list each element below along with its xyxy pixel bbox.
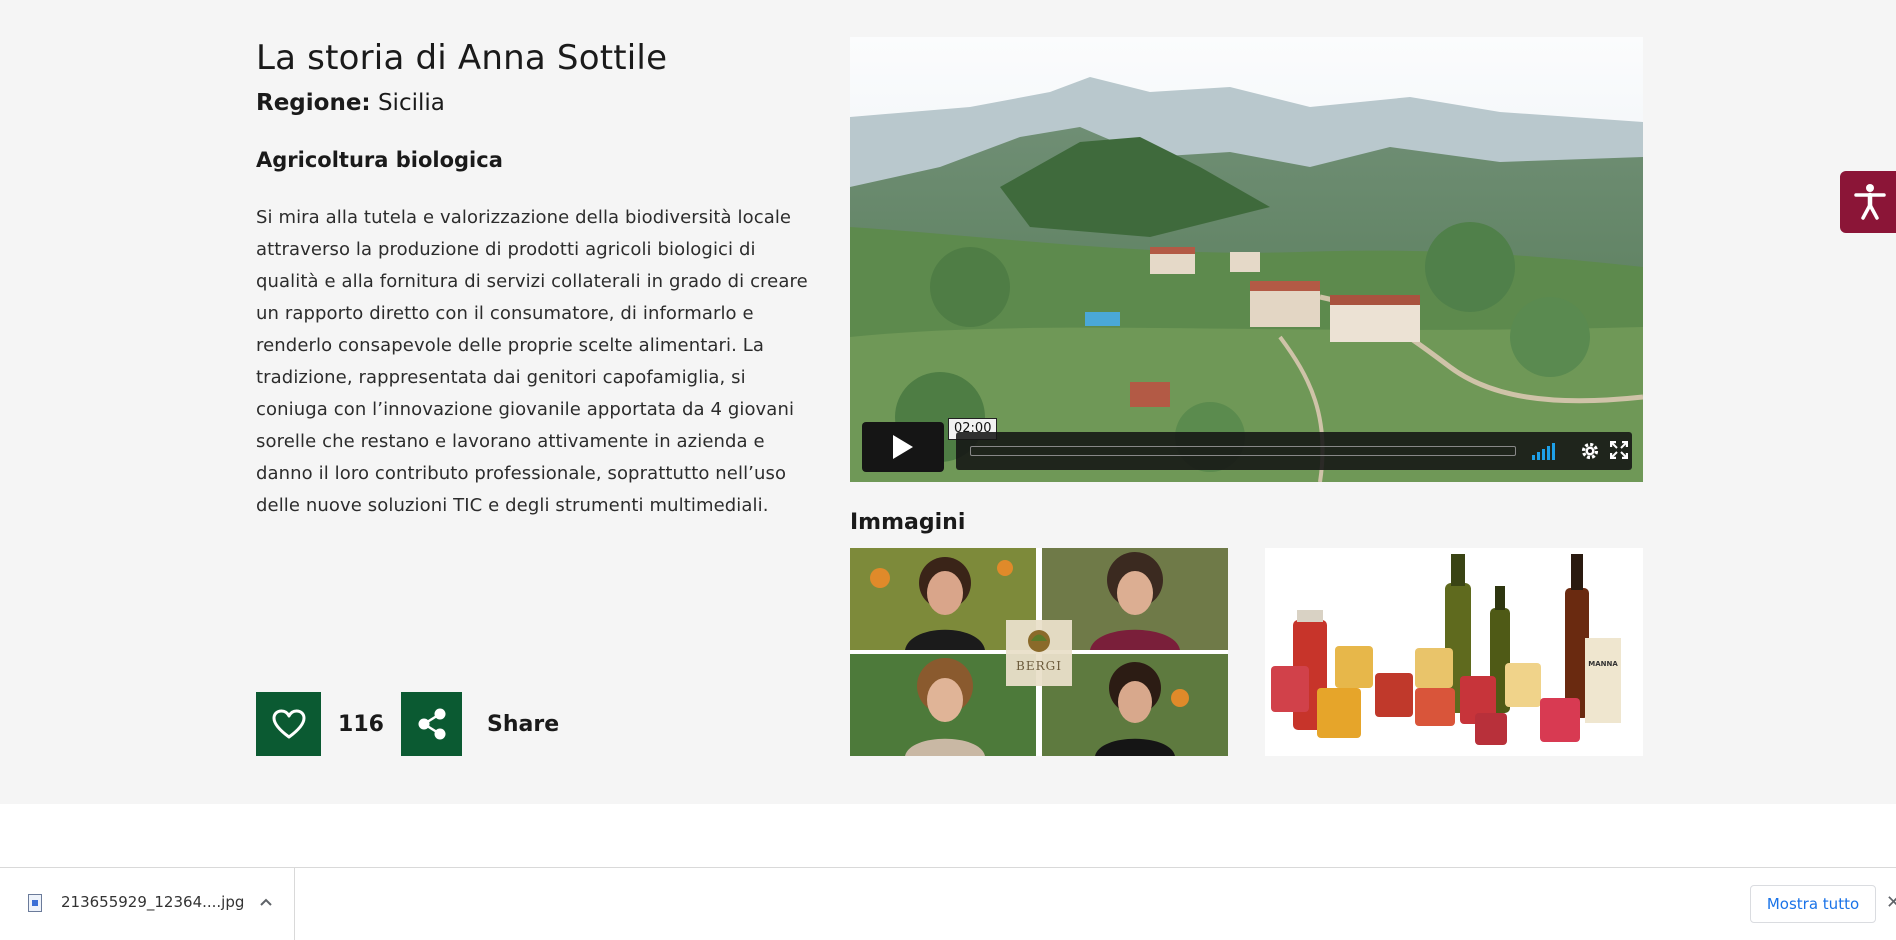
- gallery-image-sisters[interactable]: BERGI: [850, 548, 1228, 756]
- close-shelf-icon[interactable]: ✕: [1886, 892, 1896, 913]
- bergi-logo-text: BERGI: [1016, 659, 1062, 673]
- heart-icon: [272, 709, 305, 739]
- sisters-collage: BERGI: [850, 548, 1228, 756]
- category-heading: Agricoltura biologica: [256, 148, 503, 172]
- accessibility-icon: [1854, 184, 1886, 220]
- download-shelf: 213655929_12364....jpg Mostra tutto ✕: [0, 867, 1896, 940]
- like-count: 116: [338, 711, 384, 737]
- show-all-button[interactable]: Mostra tutto: [1750, 885, 1876, 923]
- chevron-up-icon[interactable]: [258, 892, 274, 912]
- video-controls: [956, 432, 1632, 470]
- progress-bar[interactable]: [970, 446, 1516, 456]
- region-value: Sicilia: [377, 90, 445, 116]
- share-icon: [418, 708, 445, 740]
- image-file-icon: [28, 894, 42, 912]
- play-icon: [893, 435, 913, 459]
- manna-label: MANNA: [1588, 660, 1618, 668]
- images-heading: Immagini: [850, 510, 966, 535]
- video-player[interactable]: 02:00: [850, 37, 1643, 482]
- action-bar: 116 Share: [256, 692, 559, 756]
- story-description: Si mira alla tutela e valorizzazione del…: [256, 207, 808, 516]
- share-button[interactable]: [401, 692, 462, 756]
- volume-icon[interactable]: [1532, 442, 1555, 460]
- like-button[interactable]: [256, 692, 321, 756]
- download-file-name: 213655929_12364....jpg: [61, 893, 245, 911]
- region-line: Regione: Sicilia: [256, 90, 445, 116]
- accessibility-button[interactable]: [1840, 171, 1896, 233]
- story-section: La storia di Anna Sottile Regione: Sicil…: [0, 0, 1896, 804]
- fullscreen-icon[interactable]: [1610, 441, 1628, 459]
- page-title: La storia di Anna Sottile: [256, 38, 668, 78]
- region-label: Regione:: [256, 90, 371, 116]
- share-label[interactable]: Share: [487, 712, 559, 737]
- gear-icon[interactable]: [1580, 441, 1600, 461]
- play-button[interactable]: [862, 422, 944, 472]
- products-photo: MANNA: [1265, 548, 1643, 756]
- video-frame: [850, 37, 1643, 482]
- gallery-image-products[interactable]: MANNA: [1265, 548, 1643, 756]
- download-item[interactable]: 213655929_12364....jpg: [0, 868, 295, 940]
